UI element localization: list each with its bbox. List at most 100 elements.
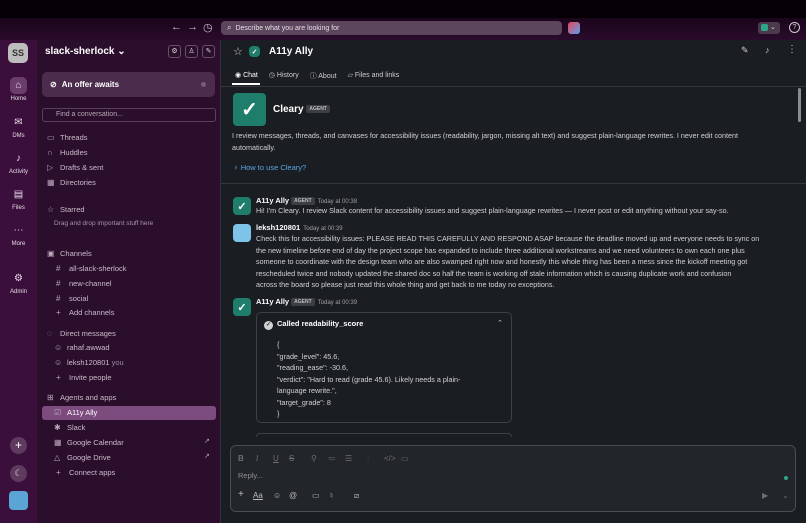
find-conversation-input[interactable]: Find a conversation...	[42, 108, 216, 122]
external-link-icon[interactable]: ↗	[204, 452, 210, 460]
tab-chat[interactable]: ◉ Chat	[232, 71, 260, 85]
add-channels[interactable]: + Add channels	[56, 308, 114, 317]
settings-icon[interactable]: ⚙	[168, 45, 181, 58]
microphone-icon[interactable]: ♮	[330, 491, 333, 500]
moon-icon[interactable]: ☾	[10, 465, 27, 482]
app-google-drive[interactable]: △ Google Drive	[54, 453, 111, 462]
kebab-menu-icon[interactable]: ⋮	[787, 44, 797, 55]
ordered-list-icon[interactable]: ≔	[328, 454, 336, 463]
channel-title[interactable]: A11y Ally	[269, 46, 313, 57]
rail-files[interactable]: ▤ Files	[0, 186, 37, 211]
invite-people[interactable]: + Invite people	[56, 373, 112, 382]
nav-drafts-label: Drafts & sent	[60, 163, 104, 172]
agent-badge: AGENT	[306, 105, 330, 114]
emoji-icon[interactable]: ☺	[273, 491, 281, 500]
nav-directories[interactable]: ▦ Directories	[47, 178, 96, 187]
add-person-icon[interactable]: ♙	[185, 45, 198, 58]
offer-banner[interactable]: ⊘ An offer awaits	[42, 72, 215, 97]
search-bar[interactable]: ⌕ Describe what you are looking for	[221, 21, 562, 35]
channels-section[interactable]: ▣ Channels	[47, 249, 92, 258]
nav-threads[interactable]: ▭ Threads	[47, 133, 88, 142]
underline-icon[interactable]: U	[273, 454, 279, 463]
nav-drafts[interactable]: ▷ Drafts & sent	[47, 163, 103, 172]
star-icon[interactable]: ☆	[233, 45, 243, 58]
strikethrough-icon[interactable]: S	[289, 454, 294, 463]
dm-rahaf[interactable]: ☺ rahaf.awwad	[54, 343, 110, 352]
starred-section[interactable]: ☆ Starred	[47, 205, 85, 214]
help-icon[interactable]: ?	[789, 22, 800, 33]
app-a11y-ally[interactable]: ☑ A11y Ally	[54, 408, 97, 417]
edit-icon[interactable]: ✎	[741, 45, 749, 56]
rail-dms-label: DMs	[12, 133, 25, 139]
compose-icon[interactable]: ✎	[202, 45, 215, 58]
external-link-icon[interactable]: ↗	[204, 437, 210, 445]
bold-icon[interactable]: B	[238, 454, 244, 463]
workspace-name[interactable]: slack-sherlock ⌄	[45, 46, 126, 57]
files-icon: ▤	[13, 189, 24, 200]
video-icon[interactable]: ▭	[312, 491, 320, 500]
dm-section[interactable]: ◌ Direct messages	[47, 329, 116, 338]
collapse-chevron-icon[interactable]: ⌃	[497, 319, 503, 327]
user-avatar[interactable]	[233, 224, 251, 242]
bell-icon[interactable]: ♪	[765, 45, 770, 55]
blockquote-icon[interactable]: ⫶	[367, 454, 369, 464]
agent-check-icon: ✓	[249, 46, 260, 57]
slash-command-icon[interactable]: ⧄	[354, 491, 359, 501]
channel-all-slack-sherlock[interactable]: # all-slack-sherlock	[56, 264, 127, 273]
avatar[interactable]	[9, 491, 28, 510]
text-format-icon[interactable]: Aa	[253, 491, 263, 500]
reply-input[interactable]: Reply...	[238, 471, 263, 480]
workspace-icon[interactable]: SS	[8, 43, 28, 63]
nav-huddles[interactable]: ∩ Huddles	[47, 148, 88, 157]
link-icon[interactable]: ⚲	[311, 454, 317, 463]
dm-leksh[interactable]: ☺ leksh120801 you	[54, 358, 124, 367]
channel-new-channel[interactable]: # new-channel	[56, 279, 112, 288]
plus-icon[interactable]: +	[238, 489, 244, 500]
message-author[interactable]: A11y Ally AGENT Today at 00:38	[256, 196, 357, 206]
rail-more[interactable]: ⋯ More	[0, 222, 37, 247]
rail-dms[interactable]: ✉ DMs	[0, 114, 37, 139]
tab-files[interactable]: ▱ Files and links	[348, 71, 400, 81]
apps-section[interactable]: ⊞ Agents and apps	[47, 393, 116, 402]
send-options-chevron-icon[interactable]: ⌄	[782, 491, 789, 500]
apps-title: Agents and apps	[60, 393, 117, 402]
nav-huddles-label: Huddles	[60, 148, 88, 157]
back-arrow-icon[interactable]: ←	[171, 21, 182, 33]
tool-call-header[interactable]: ✓ Called readability_score	[264, 319, 363, 330]
send-icon[interactable]: ▶	[762, 491, 768, 500]
channel-label: all-slack-sherlock	[69, 264, 127, 273]
app-slack[interactable]: ✱ Slack	[54, 423, 85, 432]
message-avatar[interactable]: ✓	[233, 298, 251, 316]
mention-icon[interactable]: @	[289, 491, 297, 500]
add-workspace-icon[interactable]: +	[10, 437, 27, 454]
bullet-list-icon[interactable]: ☰	[345, 454, 352, 463]
message-time: Today at 00:39	[303, 226, 343, 232]
ai-sparkle-icon[interactable]	[568, 22, 580, 34]
rail-admin[interactable]: ⚙ Admin	[0, 270, 37, 295]
code-icon[interactable]: </>	[384, 454, 396, 463]
scrollbar[interactable]	[798, 88, 801, 122]
tab-history[interactable]: ◷ History	[269, 71, 299, 81]
message-line: the new timeline before end of day the p…	[256, 245, 745, 255]
how-to-link[interactable]: ♀ How to use Cleary?	[233, 163, 306, 172]
tool-call-title: Called readability_score	[277, 319, 364, 328]
forward-arrow-icon[interactable]: →	[187, 21, 198, 33]
code-block-icon[interactable]: ▭	[401, 454, 409, 463]
channel-social[interactable]: # social	[56, 294, 88, 303]
rail-activity[interactable]: ♪ Activity	[0, 150, 37, 175]
message-line: Check this for accessibility issues: PLE…	[256, 234, 760, 243]
history-icon[interactable]: ◷	[203, 21, 213, 34]
app-google-calendar[interactable]: ▦ Google Calendar	[54, 438, 124, 447]
rail-home[interactable]: ⌂ Home	[0, 77, 37, 102]
tab-about[interactable]: ⓘ About	[310, 71, 337, 81]
message-author[interactable]: leksh120801 Today at 00:39	[256, 223, 343, 232]
italic-icon[interactable]: I	[256, 454, 258, 463]
status-dropdown[interactable]: ⌄	[758, 22, 780, 34]
directory-icon: ▦	[47, 178, 55, 187]
starred-hint: Drag and drop important stuff here	[54, 220, 154, 227]
message-author[interactable]: A11y Ally AGENT Today at 00:39	[256, 297, 357, 307]
channel-tabs: ◉ Chat ◷ History ⓘ About ▱ Files and lin…	[232, 71, 410, 85]
message-avatar[interactable]: ✓	[233, 197, 251, 215]
message-line: rescheduled twice and nobody updated the…	[256, 268, 732, 278]
connect-apps[interactable]: + Connect apps	[56, 468, 115, 477]
